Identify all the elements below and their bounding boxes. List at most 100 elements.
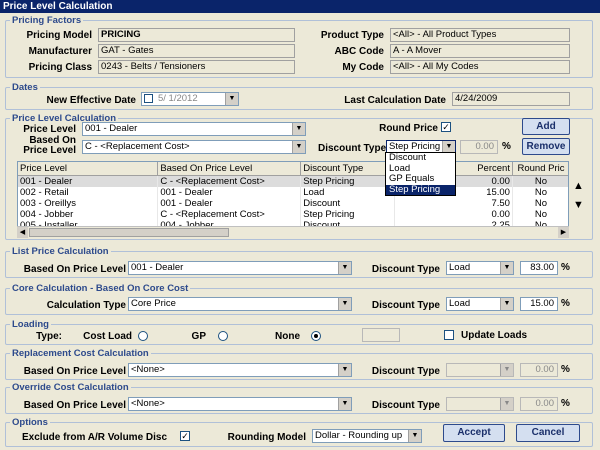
chevron-down-icon[interactable]: ▼ xyxy=(338,262,351,274)
rounding-model-label: Rounding Model xyxy=(227,432,306,443)
list-based-on-label: Based On Price Level xyxy=(23,264,126,275)
cell-round-price: No xyxy=(512,186,568,198)
based-on-price-level-label: Based On Price Level xyxy=(16,136,76,156)
scroll-left-icon[interactable]: ◀ xyxy=(17,227,28,238)
based-on-price-level-select[interactable]: C - <Replacement Cost> ▼ xyxy=(82,140,306,154)
cell-round-price: No xyxy=(512,197,568,209)
core-discount-type-select[interactable]: Load ▼ xyxy=(446,297,514,311)
column-header[interactable]: Price Level xyxy=(18,162,159,176)
core-percent-field[interactable]: 15.00 xyxy=(520,297,558,311)
based-on-label-line2: Price Level xyxy=(23,145,76,156)
abc-code-field: A - A Mover xyxy=(390,44,570,58)
my-code-label: My Code xyxy=(342,62,384,73)
chevron-down-icon[interactable]: ▼ xyxy=(338,298,351,310)
table-row[interactable]: 001 - Dealer C - <Replacement Cost> Step… xyxy=(18,175,568,187)
loading-legend: Loading xyxy=(10,319,51,330)
chevron-down-icon[interactable]: ▼ xyxy=(500,364,513,376)
cell-discount-type: Step Pricing xyxy=(300,175,396,187)
discount-type-dropdown-list[interactable]: Discount Load GP Equals Step Pricing xyxy=(385,152,456,196)
chevron-down-icon[interactable]: ▼ xyxy=(500,398,513,410)
chevron-down-icon[interactable]: ▼ xyxy=(408,430,421,442)
dropdown-option-selected[interactable]: Step Pricing xyxy=(386,184,455,195)
cell-discount-type: Load xyxy=(300,186,396,198)
chevron-down-icon[interactable]: ▼ xyxy=(500,298,513,310)
replacement-based-on-value: <None> xyxy=(131,364,165,375)
override-percent-field[interactable]: 0.00 xyxy=(520,397,558,411)
options-legend: Options xyxy=(10,417,50,428)
column-header[interactable]: Based On Price Level xyxy=(157,162,302,176)
replacement-percent-field[interactable]: 0.00 xyxy=(520,363,558,377)
cancel-button[interactable]: Cancel xyxy=(516,424,580,442)
table-row[interactable]: 003 - Oreillys 001 - Dealer Discount 7.5… xyxy=(18,197,568,209)
override-based-on-value: <None> xyxy=(131,398,165,409)
chevron-down-icon[interactable]: ▼ xyxy=(292,141,305,153)
add-button[interactable]: Add xyxy=(522,118,570,135)
replacement-discount-type-label: Discount Type xyxy=(371,366,440,377)
list-price-calculation-legend: List Price Calculation xyxy=(10,246,111,257)
dropdown-option[interactable]: Discount xyxy=(386,152,455,164)
price-level-select-value: 001 - Dealer xyxy=(85,123,138,134)
exclude-ar-volume-checkbox[interactable]: ✓ xyxy=(180,431,190,441)
chevron-down-icon[interactable]: ▼ xyxy=(338,398,351,410)
new-effective-date-picker[interactable]: 5/ 1/2012 ▼ xyxy=(141,92,239,106)
list-percent-field[interactable]: 83.00 xyxy=(520,261,558,275)
gp-label: GP xyxy=(191,331,206,342)
rounding-model-value: Dollar - Rounding up xyxy=(315,430,403,441)
percent-unit: % xyxy=(561,364,570,375)
chevron-down-icon[interactable]: ▼ xyxy=(292,123,305,135)
discount-type-select-value: Step Pricing xyxy=(389,141,441,152)
replacement-cost-legend: Replacement Cost Calculation xyxy=(10,348,151,359)
update-loads-label: Update Loads xyxy=(461,330,528,341)
scrollbar-thumb[interactable] xyxy=(29,228,229,237)
percent-unit: % xyxy=(561,398,570,409)
table-row[interactable]: 002 - Retail 001 - Dealer Load 15.00 No xyxy=(18,186,568,198)
cost-load-radio[interactable] xyxy=(138,331,148,341)
core-discount-type-value: Load xyxy=(449,298,471,309)
override-discount-type-label: Discount Type xyxy=(371,400,440,411)
replacement-based-on-select[interactable]: <None> ▼ xyxy=(128,363,352,377)
none-radio[interactable] xyxy=(311,331,321,341)
core-calc-type-select[interactable]: Core Price ▼ xyxy=(128,297,352,311)
override-cost-legend: Override Cost Calculation xyxy=(10,382,131,393)
column-header[interactable]: Round Pric xyxy=(512,162,568,176)
column-header[interactable]: Discount Type xyxy=(300,162,396,176)
date-enable-checkbox[interactable] xyxy=(144,94,153,103)
loading-value-field[interactable] xyxy=(362,328,400,342)
price-level-select[interactable]: 001 - Dealer ▼ xyxy=(82,122,306,136)
dropdown-option[interactable]: GP Equals xyxy=(386,173,455,185)
round-price-checkbox[interactable]: ✓ xyxy=(441,122,451,132)
cell-discount-type: Step Pricing xyxy=(300,208,396,220)
cell-based-on: C - <Replacement Cost> xyxy=(157,175,302,187)
list-based-on-select[interactable]: 001 - Dealer ▼ xyxy=(128,261,352,275)
plc-percent-field[interactable]: 0.00 xyxy=(460,140,498,154)
chevron-down-icon[interactable]: ▼ xyxy=(338,364,351,376)
table-header-row: Price Level Based On Price Level Discoun… xyxy=(18,162,568,176)
product-type-field: <All> - All Product Types xyxy=(390,28,570,42)
price-level-calculation-window: Price Level Calculation Pricing Factors … xyxy=(0,0,600,450)
override-discount-type-select[interactable]: ▼ xyxy=(446,397,514,411)
table-horizontal-scrollbar[interactable]: ◀ ▶ xyxy=(17,226,569,238)
replacement-discount-type-select[interactable]: ▼ xyxy=(446,363,514,377)
cell-based-on: 001 - Dealer xyxy=(157,186,302,198)
chevron-down-icon[interactable]: ▼ xyxy=(500,262,513,274)
override-based-on-select[interactable]: <None> ▼ xyxy=(128,397,352,411)
rounding-model-select[interactable]: Dollar - Rounding up ▼ xyxy=(312,429,422,443)
move-down-icon[interactable]: ▼ xyxy=(572,198,585,212)
abc-code-label: ABC Code xyxy=(334,46,384,57)
cell-round-price: No xyxy=(512,208,568,220)
manufacturer-field: GAT - Gates xyxy=(98,44,295,58)
calendar-dropdown-icon[interactable]: ▼ xyxy=(225,93,238,105)
accept-button[interactable]: Accept xyxy=(443,424,505,442)
update-loads-checkbox[interactable] xyxy=(444,330,454,340)
move-up-icon[interactable]: ▲ xyxy=(572,179,585,193)
remove-button[interactable]: Remove xyxy=(522,138,570,155)
scroll-right-icon[interactable]: ▶ xyxy=(558,227,569,238)
core-calculation-legend: Core Calculation - Based On Core Cost xyxy=(10,283,191,294)
dates-legend: Dates xyxy=(10,82,40,93)
based-on-select-value: C - <Replacement Cost> xyxy=(85,141,190,152)
list-discount-type-select[interactable]: Load ▼ xyxy=(446,261,514,275)
list-discount-type-label: Discount Type xyxy=(371,264,440,275)
table-row[interactable]: 004 - Jobber C - <Replacement Cost> Step… xyxy=(18,208,568,220)
gp-radio[interactable] xyxy=(218,331,228,341)
round-price-label: Round Price xyxy=(379,123,438,134)
